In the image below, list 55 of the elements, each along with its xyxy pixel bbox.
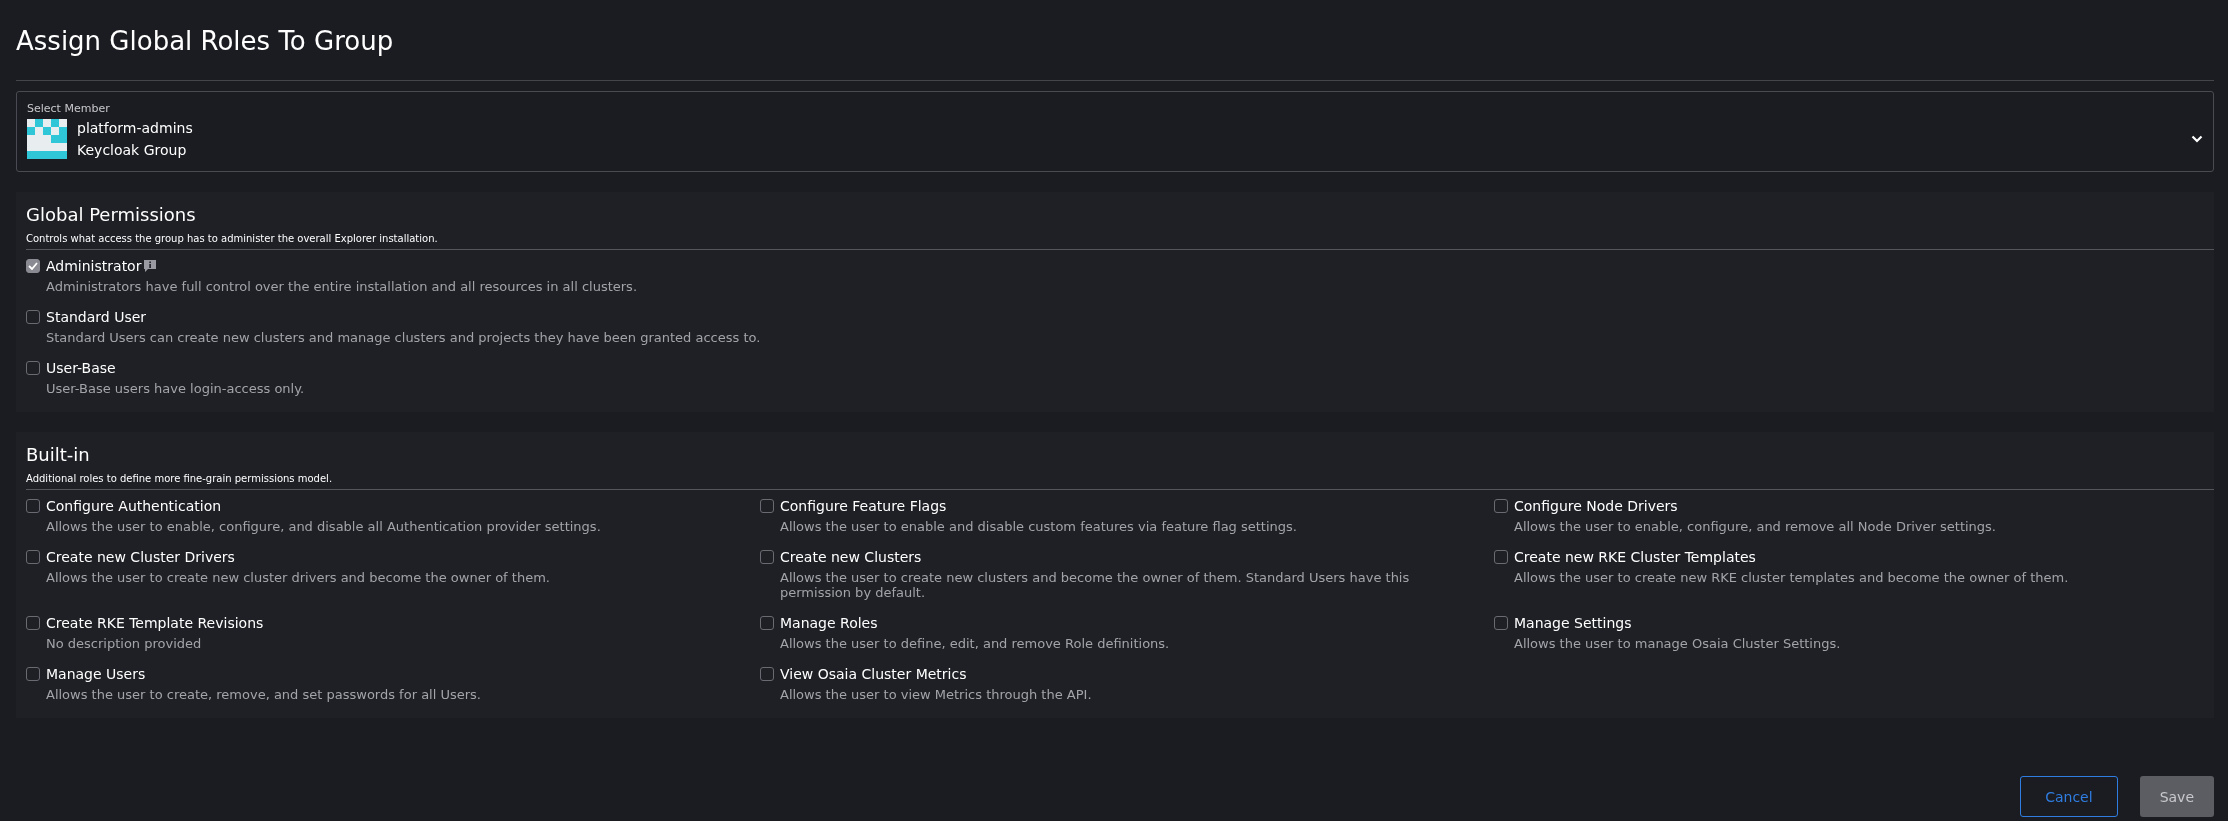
role-description: Allows the user to manage Osaia Cluster Settings. — [1514, 636, 1841, 651]
role-description: Standard Users can create new clusters and manage clusters and projects they have been granted access to. — [46, 330, 761, 345]
role-description: User-Base users have login-access only. — [46, 381, 305, 396]
role-label: Manage Settings — [1514, 615, 1632, 631]
role-description: Allows the user to create new clusters and become the owner of them. Standard Users have this permission by default. — [780, 570, 1411, 600]
role-description: No description provided — [46, 636, 203, 651]
checkbox[interactable] — [760, 667, 774, 681]
section-title: Global Permissions — [26, 204, 197, 225]
role-description: Allows the user to create new RKE cluster templates and become the owner of them. — [1514, 570, 2069, 585]
role-label: Manage Users — [46, 666, 146, 682]
checkbox[interactable] — [1494, 499, 1508, 513]
role-label: Configure Feature Flags — [780, 498, 947, 514]
role-label: Create new Cluster Drivers — [46, 549, 235, 565]
role-description: Allows the user to enable, configure, and disable all Authentication provider settings. — [46, 519, 601, 534]
checkbox[interactable] — [1494, 616, 1508, 630]
role-label: Create RKE Template Revisions — [46, 615, 264, 631]
checkbox[interactable] — [760, 550, 774, 564]
role-description: Administrators have full control over the entire installation and all resources in all clusters. — [46, 279, 638, 294]
role-label: View Osaia Cluster Metrics — [780, 666, 967, 682]
section-description: Controls what access the group has to administer the overall Explorer installation. — [26, 233, 439, 244]
info-icon — [143, 259, 158, 273]
member-name: platform-admins — [77, 120, 194, 136]
role-label: User-Base — [46, 360, 116, 376]
checkbox[interactable] — [26, 667, 40, 681]
checkbox[interactable] — [26, 499, 40, 513]
section-description: Additional roles to define more fine-grain permissions model. — [26, 473, 334, 484]
cancel-button[interactable]: Cancel — [2020, 776, 2118, 817]
role-description: Allows the user to define, edit, and remove Role definitions. — [780, 636, 1170, 651]
role-label: Manage Roles — [780, 615, 878, 631]
member-select[interactable]: Select Member platform-admins Keycloak Group — [16, 91, 2214, 172]
chevron-down-icon — [2191, 135, 2203, 143]
checkbox[interactable] — [760, 499, 774, 513]
role-description: Allows the user to view Metrics through the API. — [780, 687, 1092, 702]
member-type: Keycloak Group — [77, 142, 188, 158]
checkbox[interactable] — [1494, 550, 1508, 564]
checkbox[interactable] — [26, 616, 40, 630]
avatar-icon — [27, 119, 67, 159]
checkbox[interactable] — [26, 361, 40, 375]
role-label: Standard User — [46, 309, 147, 325]
role-description: Allows the user to enable, configure, and remove all Node Driver settings. — [1514, 519, 1996, 534]
role-label: Configure Node Drivers — [1514, 498, 1678, 514]
role-description: Allows the user to create, remove, and set passwords for all Users. — [46, 687, 481, 702]
checkbox[interactable] — [26, 310, 40, 324]
section-title: Built-in — [26, 444, 91, 465]
role-label: Create new Clusters — [780, 549, 922, 565]
checkbox[interactable] — [760, 616, 774, 630]
role-description: Allows the user to enable and disable custom features via feature flag settings. — [780, 519, 1297, 534]
checkbox[interactable] — [26, 550, 40, 564]
role-label: Administrator — [46, 258, 142, 274]
role-label: Configure Authentication — [46, 498, 222, 514]
select-label: Select Member — [27, 102, 111, 115]
page-title: Assign Global Roles To Group — [16, 26, 395, 56]
checkbox[interactable] — [26, 259, 40, 273]
role-label: Create new RKE Cluster Templates — [1514, 549, 1756, 565]
role-description: Allows the user to create new cluster drivers and become the owner of them. — [46, 570, 550, 585]
